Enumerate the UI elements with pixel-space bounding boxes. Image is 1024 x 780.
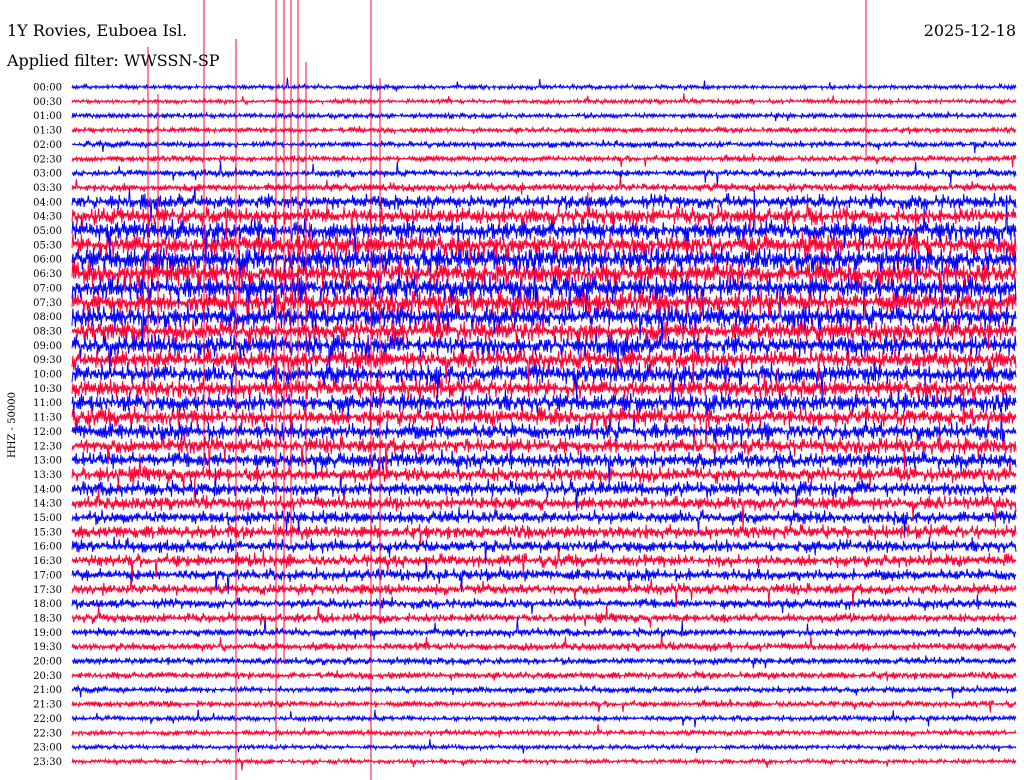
trace-row-2000 (71, 655, 1017, 669)
trace-row-1300 (71, 445, 1017, 486)
filter-label: Applied filter: WWSSN-SP (6, 51, 220, 70)
row-time-label: 01:00 (33, 111, 62, 122)
row-time-label: 02:30 (33, 154, 62, 165)
row-time-label: 00:00 (33, 83, 62, 94)
row-time-label: 13:30 (33, 470, 62, 481)
y-axis-label: HHZ - 50000 (7, 392, 18, 458)
row-time-label: 16:30 (33, 556, 62, 567)
row-time-label: 23:00 (33, 743, 62, 754)
row-time-label: 21:30 (33, 700, 62, 711)
row-time-label: 18:00 (33, 599, 62, 610)
row-time-label: 20:30 (33, 671, 62, 682)
trace-row-2230 (71, 724, 1017, 738)
trace-row-2030 (71, 669, 1017, 682)
date-label: 2025-12-18 (924, 21, 1016, 40)
row-time-label: 10:30 (33, 384, 62, 395)
row-time-label: 17:00 (33, 570, 62, 581)
row-time-label: 22:00 (33, 714, 62, 725)
trace-row-0330 (71, 174, 1017, 195)
helicorder-chart: 23:30 23:00 22:30 22:00 21:30 21:00 20:30 20:00… (6, 0, 1017, 780)
row-label-layer: 23:30 23:00 22:30 22:00 21:30 21:00 20:30 20:00… (33, 83, 62, 768)
trace-row-1830 (71, 605, 1017, 628)
row-time-label: 23:30 (33, 757, 62, 768)
row-time-label: 02:00 (33, 140, 62, 151)
row-time-label: 19:00 (33, 628, 62, 639)
trace-row-2130 (71, 698, 1017, 713)
row-time-label: 11:00 (33, 398, 62, 409)
trace-layer (71, 0, 1017, 780)
trace-row-1800 (71, 594, 1017, 615)
row-time-label: 03:30 (33, 183, 62, 194)
trace-row-1530 (71, 522, 1017, 543)
row-time-label: 16:00 (33, 542, 62, 553)
trace-row-1930 (71, 632, 1017, 653)
trace-row-0200 (71, 139, 1017, 154)
row-time-label: 10:00 (33, 370, 62, 381)
trace-row-2300 (71, 739, 1017, 754)
row-time-label: 14:00 (33, 484, 62, 495)
trace-row-2330 (71, 757, 1017, 771)
row-time-label: 08:30 (33, 326, 62, 337)
row-time-label: 11:30 (33, 413, 62, 424)
row-time-label: 08:00 (33, 312, 62, 323)
trace-row-0300 (71, 161, 1017, 186)
row-time-label: 21:00 (33, 685, 62, 696)
row-time-label: 07:30 (33, 298, 62, 309)
row-time-label: 04:30 (33, 212, 62, 223)
row-time-label: 13:00 (33, 456, 62, 467)
row-time-label: 12:30 (33, 441, 62, 452)
station-title: 1Y Rovies, Euboea Isl. (7, 21, 187, 40)
row-time-label: 09:30 (33, 355, 62, 366)
row-time-label: 12:00 (33, 427, 62, 438)
row-time-label: 00:30 (33, 97, 62, 108)
trace-row-2100 (71, 684, 1017, 699)
row-time-label: 05:30 (33, 240, 62, 251)
row-time-label: 15:00 (33, 513, 62, 524)
row-time-label: 15:30 (33, 527, 62, 538)
trace-row-0000 (71, 77, 1017, 92)
row-time-label: 17:30 (33, 585, 62, 596)
row-time-label: 22:30 (33, 728, 62, 739)
row-time-label: 07:00 (33, 283, 62, 294)
trace-row-0100 (71, 110, 1017, 122)
row-time-label: 14:30 (33, 499, 62, 510)
row-time-label: 20:00 (33, 657, 62, 668)
row-time-label: 01:30 (33, 126, 62, 137)
trace-row-0030 (71, 93, 1017, 106)
row-time-label: 19:30 (33, 642, 62, 653)
trace-row-2200 (71, 709, 1017, 728)
trace-row-0230 (71, 153, 1017, 168)
row-time-label: 06:00 (33, 255, 62, 266)
row-time-label: 04:00 (33, 197, 62, 208)
row-time-label: 06:30 (33, 269, 62, 280)
row-time-label: 03:00 (33, 169, 62, 180)
row-time-label: 09:00 (33, 341, 62, 352)
row-time-label: 18:30 (33, 613, 62, 624)
row-time-label: 05:00 (33, 226, 62, 237)
trace-row-0130 (71, 125, 1017, 135)
